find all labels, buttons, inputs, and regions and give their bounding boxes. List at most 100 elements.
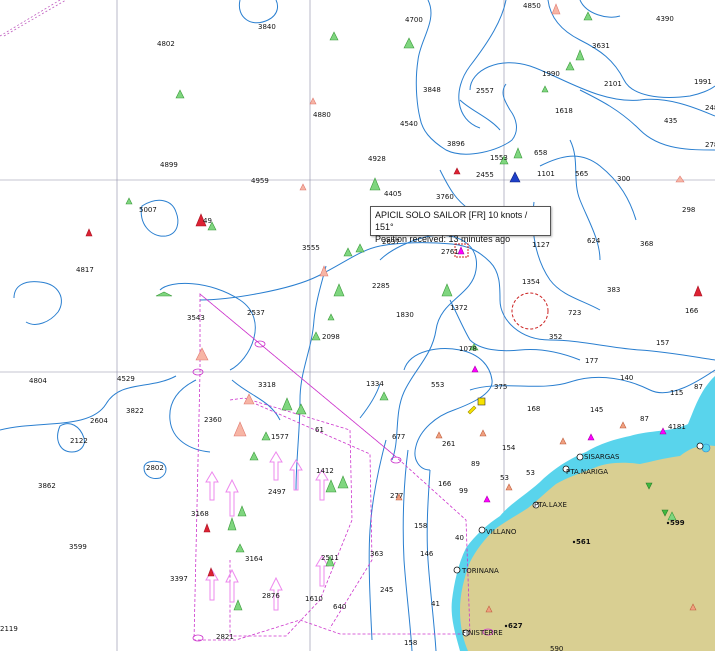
- depth-label: 2511: [321, 554, 339, 562]
- depth-label: 5007: [139, 206, 157, 214]
- selected-vessel-icon[interactable]: [457, 246, 465, 255]
- vessel-marker: [337, 475, 349, 489]
- vessel-marker: [693, 285, 703, 297]
- vessel-marker: [541, 85, 549, 93]
- depth-label: 2285: [372, 282, 390, 290]
- place-label: SISARGAS: [584, 453, 620, 461]
- depth-label: 4181: [668, 423, 686, 431]
- depth-label: 3760: [436, 193, 454, 201]
- depth-label: 115: [670, 389, 683, 397]
- depth-label: 49: [203, 217, 212, 225]
- depth-label: 3848: [423, 86, 441, 94]
- depth-label: 4390: [656, 15, 674, 23]
- restricted-area-circle: [511, 292, 549, 330]
- depth-label: 1610: [305, 595, 323, 603]
- vessel-marker: [355, 243, 365, 253]
- depth-label: 375: [494, 383, 507, 391]
- depth-label: 154: [502, 444, 516, 452]
- depth-label: 4802: [157, 40, 175, 48]
- vessel-marker: [227, 517, 237, 531]
- depth-label: 61: [315, 426, 324, 434]
- depth-label: 140: [620, 374, 633, 382]
- depth-label: 2360: [204, 416, 222, 424]
- depth-label: 248: [705, 104, 715, 112]
- depth-label: 87: [640, 415, 649, 423]
- depth-label: 2098: [322, 333, 340, 341]
- vessel-marker: [403, 37, 415, 49]
- depth-label: 2802: [146, 464, 164, 472]
- depth-label: 4700: [405, 16, 423, 24]
- depth-label: 2455: [476, 171, 494, 179]
- place-label: VILLANO: [486, 528, 517, 536]
- vessel-marker: [309, 97, 317, 105]
- chart-layer: 3840 4700 4850 4390 4802 3631 1990 2101 1991 3848…: [0, 0, 715, 651]
- vessel-marker: [583, 11, 593, 21]
- depth-label: 277: [390, 492, 403, 500]
- depth-label: 383: [607, 286, 620, 294]
- depth-label: 4529: [117, 375, 135, 383]
- depth-label: 3318: [258, 381, 276, 389]
- depth-label: 1990: [542, 70, 560, 78]
- depth-label: 640: [333, 603, 346, 611]
- vessel-marker: [325, 479, 337, 493]
- depth-label: 723: [568, 309, 581, 317]
- depth-label: 3862: [38, 482, 56, 490]
- depth-label: 245: [380, 586, 393, 594]
- depth-label: 1830: [396, 311, 414, 319]
- depth-label: 40: [455, 534, 464, 542]
- depth-label: 99: [459, 487, 468, 495]
- vessel-marker: [441, 283, 453, 297]
- depth-label: 146: [420, 550, 434, 558]
- depth-label: 624: [587, 237, 601, 245]
- depth-label: 166: [685, 307, 699, 315]
- depth-label: 363: [370, 550, 383, 558]
- depth-label: 1354: [522, 278, 540, 286]
- depth-label: 166: [438, 480, 452, 488]
- depth-label: 352: [549, 333, 562, 341]
- depth-label: 4880: [313, 111, 331, 119]
- vessel-marker: [85, 228, 93, 237]
- depth-label: 3555: [302, 244, 320, 252]
- depth-label: 2497: [268, 488, 286, 496]
- depth-label: 87: [694, 383, 703, 391]
- vessel-marker: [203, 523, 211, 533]
- depth-label: 145: [590, 406, 603, 414]
- depth-label: 1372: [450, 304, 468, 312]
- depth-label: 298: [682, 206, 695, 214]
- vessel-marker: [675, 175, 685, 183]
- vessel-marker: [509, 171, 521, 183]
- depth-label: 658: [534, 149, 547, 157]
- vessel-marker: [327, 313, 335, 321]
- depth-label: 3543: [187, 314, 205, 322]
- vessel-marker: [619, 421, 627, 429]
- depth-label: 53: [500, 474, 509, 482]
- vessel-marker: [551, 3, 561, 15]
- depth-label: 53: [526, 469, 535, 477]
- vessel-marker: [333, 283, 345, 297]
- vessel-marker: [483, 495, 491, 503]
- depth-label: 89: [471, 460, 480, 468]
- nautical-chart-map[interactable]: 3840 4700 4850 4390 4802 3631 1990 2101 1991 3848…: [0, 0, 715, 651]
- depth-label: 2101: [604, 80, 622, 88]
- vessel-marker: [311, 331, 321, 341]
- depth-label: 2876: [262, 592, 280, 600]
- waypoint-marker: [477, 397, 486, 406]
- vessel-marker: [261, 431, 271, 441]
- depth-label: 590: [550, 645, 563, 651]
- vessel-marker: [453, 167, 461, 175]
- depth-label: 168: [527, 405, 540, 413]
- vessel-marker: [435, 431, 443, 439]
- depth-label: 300: [617, 175, 630, 183]
- depth-label: 435: [664, 117, 677, 125]
- height-label: 561: [576, 538, 591, 546]
- depth-label: 2761: [441, 248, 459, 256]
- vessel-marker: [195, 347, 209, 361]
- depth-label: 1412: [316, 467, 334, 475]
- vessel-marker: [467, 405, 477, 415]
- vessel-marker: [505, 483, 513, 491]
- depth-label: 2122: [70, 437, 88, 445]
- depth-label: 3822: [126, 407, 144, 415]
- depth-label: 1101: [537, 170, 555, 178]
- vessel-marker: [155, 291, 173, 297]
- depth-label: 3164: [245, 555, 263, 563]
